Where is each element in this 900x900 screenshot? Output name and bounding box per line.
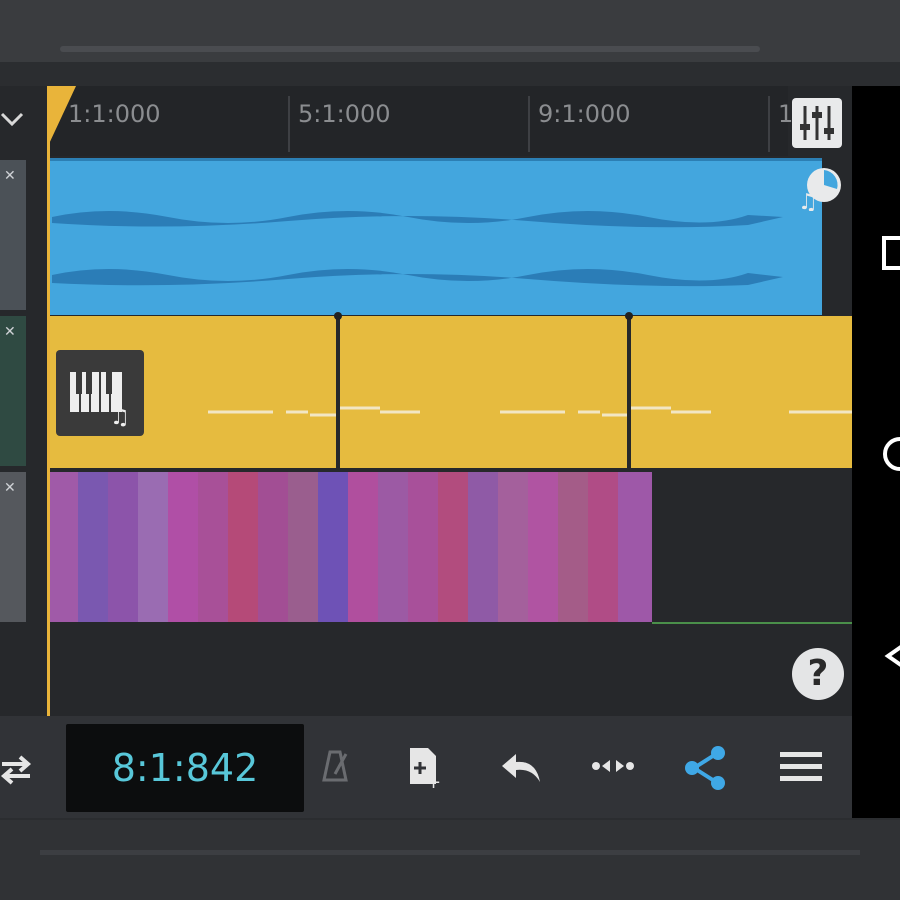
bottom-toolbar: 8:1:842 +	[0, 716, 852, 818]
add-file-icon[interactable]: +	[404, 744, 454, 794]
pattern-step	[48, 472, 78, 622]
close-icon[interactable]: ✕	[4, 480, 16, 496]
pattern-step	[198, 472, 228, 622]
pattern-step	[438, 472, 468, 622]
pattern-step	[468, 472, 498, 622]
audio-clip[interactable]: ♫	[48, 158, 841, 315]
pattern-step	[108, 472, 138, 622]
pattern-step	[558, 472, 588, 622]
pattern-step	[588, 472, 618, 622]
track-header-pattern[interactable]: ✕	[0, 472, 26, 622]
pattern-step	[318, 472, 348, 622]
ruler-label: 1:1:000	[68, 100, 161, 128]
pattern-step	[228, 472, 258, 622]
playhead-line[interactable]	[47, 86, 50, 716]
playhead-marker[interactable]	[48, 86, 76, 146]
menu-icon[interactable]	[776, 744, 826, 794]
ruler-tick	[528, 96, 530, 152]
close-icon[interactable]: ✕	[4, 168, 16, 184]
pattern-step	[498, 472, 528, 622]
metronome-icon[interactable]	[316, 744, 366, 794]
midi-clip[interactable]	[631, 316, 852, 468]
close-icon[interactable]: ✕	[4, 324, 16, 340]
midi-clip[interactable]	[340, 316, 627, 468]
track-header-audio[interactable]: ✕	[0, 160, 26, 310]
pattern-step	[258, 472, 288, 622]
piano-keyboard-icon[interactable]: ♫	[56, 350, 144, 436]
help-button[interactable]: ?	[792, 648, 844, 700]
ruler-tick	[768, 96, 770, 152]
svg-text:♫: ♫	[798, 190, 818, 211]
daw-screen: 1:1:000 5:1:000 9:1:000 1 ✕ ✕ ✕ ♫ ♫ ? 8:…	[0, 86, 852, 818]
snap-icon[interactable]	[590, 744, 640, 794]
system-navigation-bar	[852, 86, 900, 818]
svg-text:+: +	[426, 772, 441, 793]
device-bezel-top	[0, 0, 900, 62]
pattern-step	[408, 472, 438, 622]
time-position-display[interactable]: 8:1:842	[66, 724, 304, 812]
loop-icon[interactable]	[0, 744, 50, 794]
svg-text:♫: ♫	[110, 405, 130, 430]
midi-clip[interactable]: ♫	[48, 316, 336, 468]
ruler-label: 5:1:000	[298, 100, 391, 128]
clip-join-marker	[625, 312, 633, 320]
recents-icon[interactable]	[878, 234, 900, 274]
pattern-step	[348, 472, 378, 622]
pattern-step	[378, 472, 408, 622]
track-header-instrument[interactable]: ✕	[0, 316, 26, 466]
ruler-label: 9:1:000	[538, 100, 631, 128]
pattern-clip[interactable]	[48, 472, 652, 622]
help-icon: ?	[807, 653, 829, 694]
device-bezel-bottom	[0, 820, 900, 900]
pattern-step	[288, 472, 318, 622]
chevron-down-icon[interactable]	[0, 100, 30, 140]
pattern-step	[618, 472, 652, 622]
home-icon[interactable]	[878, 434, 900, 474]
pattern-step	[168, 472, 198, 622]
pattern-step	[78, 472, 108, 622]
audio-note-icon: ♫	[796, 165, 842, 211]
undo-icon[interactable]	[496, 744, 546, 794]
pattern-step	[528, 472, 558, 622]
ruler-label: 1	[778, 100, 794, 128]
share-icon[interactable]	[682, 744, 732, 794]
lane-divider	[652, 622, 852, 624]
clip-join-marker	[334, 312, 342, 320]
pattern-step	[138, 472, 168, 622]
back-icon[interactable]	[878, 636, 900, 676]
ruler-tick	[288, 96, 290, 152]
mixer-sliders-icon[interactable]	[792, 98, 842, 148]
timeline-ruler[interactable]: 1:1:000 5:1:000 9:1:000 1	[48, 86, 793, 156]
